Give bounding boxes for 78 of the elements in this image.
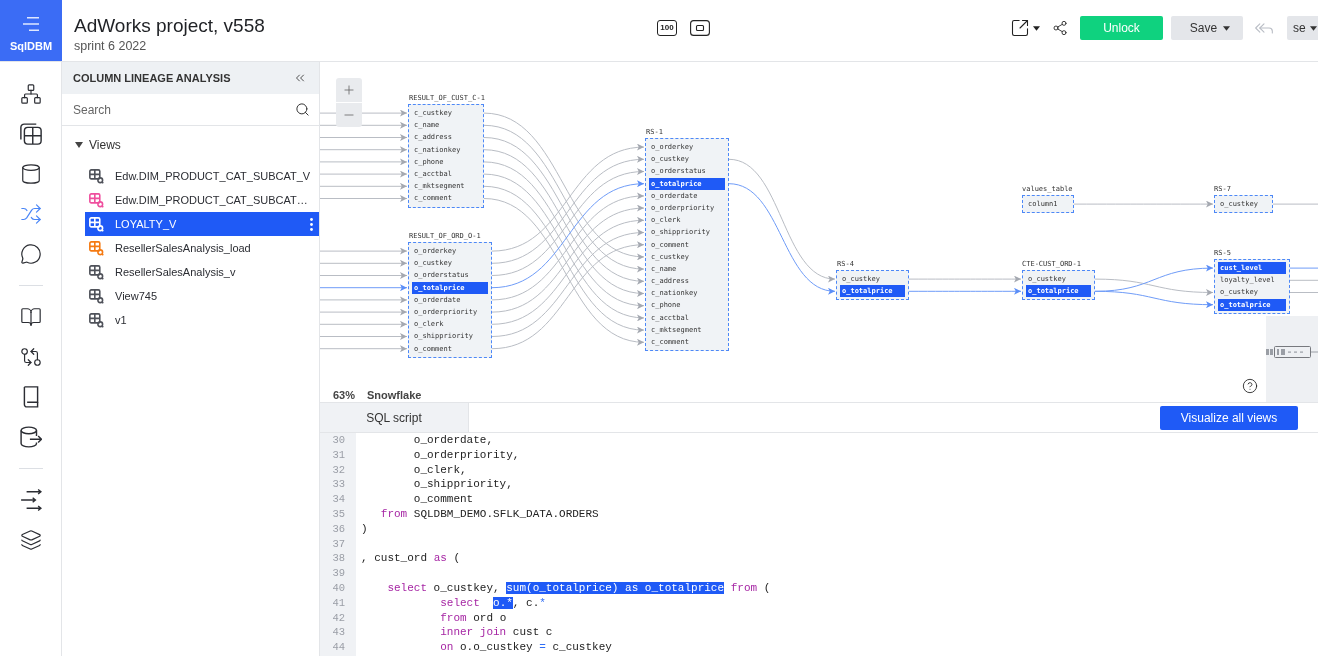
save-button[interactable]: Save: [1171, 16, 1243, 40]
table-icon[interactable]: [19, 123, 42, 145]
export-icon: [1010, 18, 1030, 38]
actual-size-button[interactable]: 100: [657, 20, 677, 36]
line-number: 30: [332, 433, 345, 448]
code-line: inner join cust c: [439, 625, 554, 641]
logo-tile[interactable]: SqlDBM: [0, 0, 62, 61]
code-line: from ord o: [439, 610, 508, 626]
compare-arrows-icon[interactable]: [19, 346, 42, 368]
lineage-connector: [1289, 267, 1318, 269]
share-icon[interactable]: [1052, 20, 1068, 36]
layers-icon[interactable]: [19, 529, 42, 551]
user-menu-button[interactable]: se: [1287, 16, 1318, 40]
line-number: 37: [332, 536, 345, 552]
tree-item[interactable]: ResellerSalesAnalysis_v: [85, 260, 319, 284]
shuffle-icon[interactable]: [19, 203, 42, 225]
search-icon[interactable]: [295, 102, 310, 117]
database-type-text: Snowflake: [367, 389, 422, 401]
line-number: 39: [332, 566, 345, 581]
code-line: select o.*, c.*: [439, 595, 547, 611]
line-number: 34: [332, 492, 345, 507]
tree-item[interactable]: v1: [85, 308, 319, 332]
menu-icon[interactable]: [23, 17, 39, 31]
line-number: 32: [332, 462, 345, 478]
lineage-connector: [1289, 292, 1318, 293]
line-number: 42: [332, 610, 345, 626]
line-number: 40: [332, 580, 345, 596]
frame-icon[interactable]: [690, 20, 710, 36]
speech-bubble-icon[interactable]: [19, 243, 42, 265]
line-number: 31: [332, 447, 345, 463]
zoom-level-text: 63%: [333, 389, 356, 401]
caret-icon: [1033, 25, 1040, 31]
hierarchy-icon[interactable]: [19, 83, 42, 105]
line-number: 41: [332, 595, 345, 611]
code-line: on o.o_custkey = c_custkey: [439, 640, 613, 655]
code-line: select o_custkey, sum(o_totalprice) as o_totalprice from (: [386, 580, 771, 596]
tree-item[interactable]: ResellerSalesAnalysis_load: [85, 236, 319, 260]
database-export-icon[interactable]: [19, 426, 42, 448]
line-number: 35: [332, 507, 345, 522]
code-line: ): [361, 521, 369, 537]
lineage-connector: [1272, 203, 1318, 205]
code-line: o_comment: [412, 492, 475, 507]
caret-down-icon[interactable]: [75, 142, 83, 148]
line-number: 43: [332, 625, 345, 641]
help-icon[interactable]: [1242, 378, 1258, 394]
lineage-connector: [1289, 279, 1318, 281]
logo-text: SqlDBM: [9, 41, 53, 52]
code-line: o_orderdate,: [412, 433, 495, 448]
tree-item[interactable]: LOYALTY_V: [85, 212, 319, 236]
tree-item[interactable]: Edw.DIM_PRODUCT_CAT_SUBCAT…: [85, 188, 319, 212]
editor-tab[interactable]: SQL script: [320, 403, 469, 432]
line-number: 33: [332, 477, 345, 493]
line-number: 44: [332, 640, 345, 655]
code-line: o_orderpriority,: [412, 447, 521, 463]
project-title: AdWorks project, v558: [74, 14, 266, 38]
line-number: 38: [332, 551, 345, 567]
panel-title: COLUMN LINEAGE ANALYSIS: [73, 70, 231, 86]
caret-icon: [1309, 25, 1317, 31]
project-subtitle: sprint 6 2022: [74, 38, 148, 55]
caret-icon: [1223, 25, 1231, 31]
tree-group-label[interactable]: Views: [89, 136, 121, 154]
code-line: o_shippriority,: [412, 477, 514, 493]
search-field[interactable]: Search: [73, 98, 291, 121]
cylinder-icon[interactable]: [19, 163, 42, 185]
code-line: from SQLDBM_DEMO.SFLK_DATA.ORDERS: [379, 507, 600, 522]
visualize-button[interactable]: Visualize all views: [1160, 405, 1298, 430]
plus-icon: [342, 83, 356, 97]
arrows-icon[interactable]: [19, 489, 42, 511]
more-icon[interactable]: [310, 217, 313, 231]
view-icon: [89, 216, 104, 232]
book-icon[interactable]: [19, 306, 42, 328]
line-number: 36: [332, 521, 345, 537]
tree-item[interactable]: View745: [85, 284, 319, 308]
code-line: , cust_ord as (: [361, 551, 462, 567]
code-line: o_clerk,: [412, 462, 468, 478]
collapse-icon[interactable]: [293, 71, 307, 85]
minimap-drawing: [1266, 346, 1318, 358]
tree-item[interactable]: Edw.DIM_PRODUCT_CAT_SUBCAT_V: [85, 164, 319, 188]
